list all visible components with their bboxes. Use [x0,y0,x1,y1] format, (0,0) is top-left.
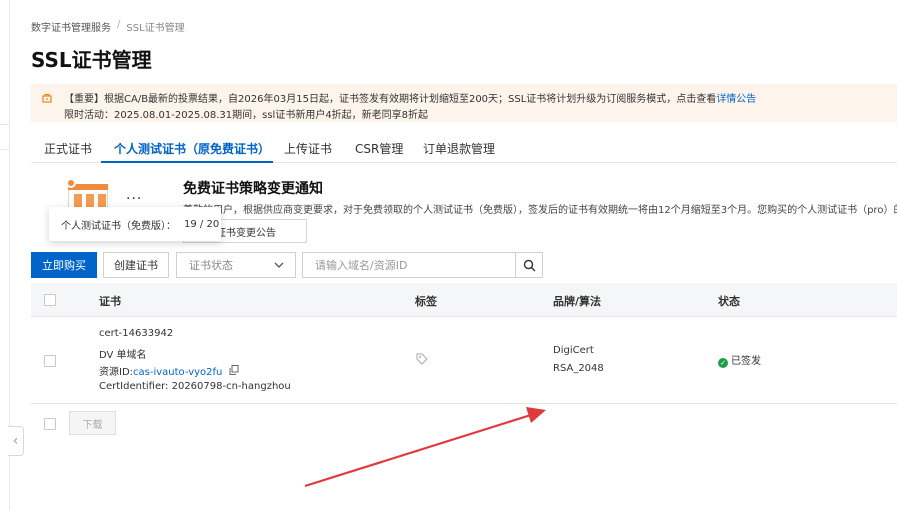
cert-brand: DigiCert [553,345,594,356]
chevron-down-icon [274,262,284,268]
collapse-sidebar-handle[interactable]: ‹ [8,426,24,456]
cert-resource: 资源ID:cas-ivauto-vyo2fu [99,363,239,378]
copy-icon[interactable] [229,365,239,375]
header-tags: 标签 [415,295,437,308]
resource-prefix: 资源ID: [99,367,134,378]
row-checkbox[interactable] [44,355,56,367]
page-title: SSL证书管理 [31,48,152,72]
tab-csr-management[interactable]: CSR管理 [355,140,403,157]
tab-personal-test-certs[interactable]: 个人测试证书（原免费证书） [114,140,270,157]
breadcrumb-current: SSL证书管理 [126,23,185,34]
status-text: 已签发 [731,356,761,367]
download-button[interactable]: 下载 [69,411,116,435]
create-cert-button[interactable]: 创建证书 [103,252,169,278]
sidebar-rail-item [0,124,10,150]
notice-line-1: 【重要】根据CA/B最新的投票结果，自2026年03月15日起，证书签发有效期将… [64,90,756,105]
more-options-icon[interactable]: ··· [126,191,142,207]
search-button[interactable] [515,252,543,278]
notice-banner: 【重要】根据CA/B最新的投票结果，自2026年03月15日起，证书签发有效期将… [31,84,897,122]
breadcrumb: 数字证书管理服务 / SSL证书管理 [31,19,185,34]
header-status: 状态 [718,295,740,308]
cert-status-select[interactable]: 证书状态 [176,252,296,278]
arrow-shaft [304,412,535,488]
quota-value: 19 / 20 [184,218,220,230]
header-brand-algorithm: 品牌/算法 [553,295,602,308]
notice-details-link[interactable]: 详情公告 [716,94,756,105]
promo-title: 免费证书策略变更通知 [183,181,323,197]
footer-select-checkbox[interactable] [44,418,56,430]
search-icon [523,259,535,271]
tab-official-certs[interactable]: 正式证书 [44,140,92,157]
search-placeholder: 请输入域名/资源ID [315,259,408,272]
megaphone-icon [41,92,53,104]
tab-bar: 正式证书 个人测试证书（原免费证书） 上传证书 CSR管理 订单退款管理 [31,134,897,163]
breadcrumb-root-link[interactable]: 数字证书管理服务 [31,19,111,34]
notice-line-2: 限时活动：2025.08.01-2025.08.31期间，ssl证书新用户4折起… [64,110,429,121]
promo-description: 尊敬的用户，根据供应商变更要求，对于免费领取的个人测试证书（免费版），签发后的证… [183,205,897,216]
active-tab-indicator [101,161,273,163]
arrow-head [526,407,546,423]
tag-icon[interactable] [416,353,428,365]
tab-refund-management[interactable]: 订单退款管理 [423,140,495,157]
breadcrumb-separator: / [117,19,121,30]
chevron-left-icon: ‹ [12,433,19,449]
tab-upload-certs[interactable]: 上传证书 [284,140,332,157]
search-input[interactable]: 请输入域名/资源ID [302,252,515,278]
cert-name: cert-14633942 [99,328,174,339]
resource-id-link[interactable]: cas-ivauto-vyo2fu [133,367,222,378]
cert-algorithm: RSA_2048 [553,363,604,374]
cert-status-placeholder: 证书状态 [189,259,233,272]
table-row: cert-14633942 DV 单域名 资源ID:cas-ivauto-vyo… [31,317,897,404]
header-cert: 证书 [99,295,121,308]
check-circle-icon: ✓ [718,358,728,368]
notice-text: 【重要】根据CA/B最新的投票结果，自2026年03月15日起，证书签发有效期将… [64,94,717,105]
cert-identifier: CertIdentifier: 20260798-cn-hangzhou [99,381,291,392]
quota-tooltip: 个人测试证书（免费版）： 19 / 20 [49,207,221,241]
select-all-checkbox[interactable] [44,294,56,306]
status-badge: ✓ 已签发 [718,352,761,368]
table-header: 证书 标签 品牌/算法 状态 [31,283,897,317]
cert-type: DV 单域名 [99,350,147,361]
quota-label: 个人测试证书（免费版）： [61,220,176,232]
buy-now-button[interactable]: 立即购买 [31,252,97,278]
